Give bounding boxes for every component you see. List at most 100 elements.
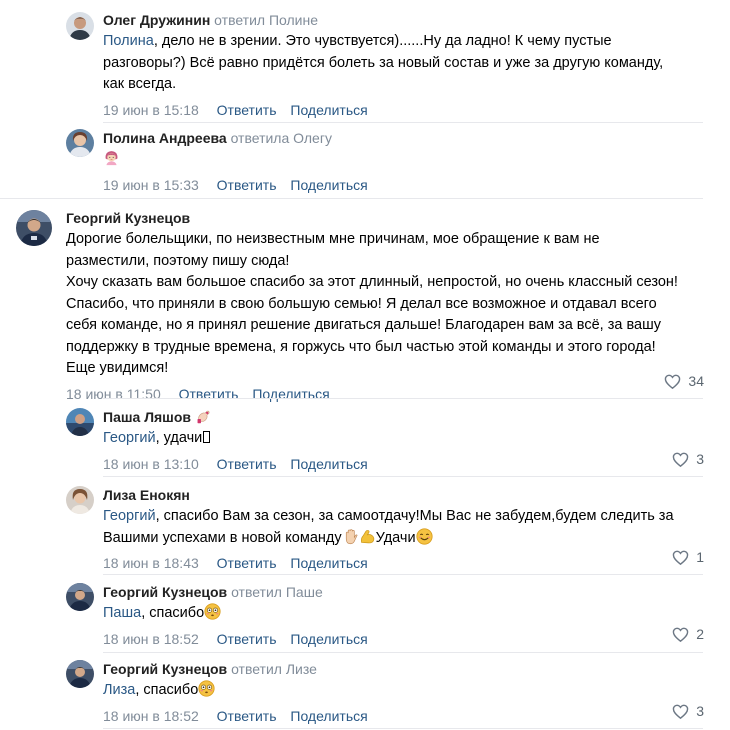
flushed-face-emoji (198, 680, 215, 697)
avatar[interactable] (66, 660, 94, 688)
avatar[interactable] (66, 129, 94, 157)
reply-button[interactable]: Ответить (217, 631, 277, 647)
comment-text: Полина, дело не в зрении. Это чувствуетс… (103, 31, 663, 96)
comment-header: Георгий Кузнецов (66, 208, 678, 228)
comment-text: Дорогие болельщики, по неизвестным мне п… (66, 229, 678, 380)
smiling-face-emoji (416, 528, 433, 545)
flexed-biceps-emoji (359, 528, 376, 545)
comment-header: Лиза Енокян (103, 485, 674, 505)
reply-button[interactable]: Ответить (217, 555, 277, 571)
like-button[interactable]: 3 (672, 701, 704, 721)
avatar[interactable] (66, 12, 94, 40)
like-count: 34 (688, 373, 704, 389)
text-line: , дело не в зрении. Это чувствуется)....… (153, 33, 612, 49)
author-name[interactable]: Лиза Енокян (103, 487, 190, 503)
comment-text: Георгий, удачи (103, 428, 368, 450)
reply-button[interactable]: Ответить (217, 708, 277, 724)
flushed-face-emoji (204, 603, 221, 620)
mention-link[interactable]: Паша (103, 605, 141, 621)
text-line: поддержку в трудные времена, я горжусь ч… (66, 338, 656, 355)
comment-date[interactable]: 18 июн в 11:50 (66, 386, 161, 402)
like-button[interactable]: 34 (664, 371, 704, 391)
reply-button[interactable]: Ответить (217, 102, 277, 118)
like-count: 3 (696, 451, 704, 467)
comment-date[interactable]: 18 июн в 18:52 (103, 631, 199, 647)
comment-text: Лиза, спасибо (103, 680, 368, 702)
share-button[interactable]: Поделиться (290, 177, 367, 193)
like-button[interactable]: 1 (672, 547, 704, 567)
author-name[interactable]: Паша Ляшов (103, 409, 191, 425)
comment-date[interactable]: 19 июн в 15:33 (103, 177, 199, 193)
divider (103, 398, 703, 399)
reply-target-link[interactable]: Паше (286, 584, 323, 600)
comment-meta: 18 июн в 11:50 Ответить Поделиться (66, 384, 678, 404)
comment-meta: 18 июн в 13:10 Ответить Поделиться (103, 454, 368, 474)
comment-text: Паша, спасибо (103, 603, 368, 625)
comment-date[interactable]: 18 июн в 18:43 (103, 555, 199, 571)
comment-date[interactable]: 18 июн в 18:52 (103, 708, 199, 724)
like-count: 3 (696, 703, 704, 719)
heart-icon (672, 549, 690, 565)
reply-button[interactable]: Ответить (179, 386, 239, 402)
mention-link[interactable]: Полина (103, 33, 154, 49)
reply-button[interactable]: Ответить (217, 456, 277, 472)
mention-link[interactable]: Георгий (103, 430, 156, 446)
woman-emoji (103, 149, 120, 166)
text-line: как всегда. (103, 76, 177, 92)
share-button[interactable]: Поделиться (290, 102, 367, 118)
reply-note: ответила (230, 130, 290, 146)
avatar[interactable] (66, 408, 94, 436)
author-name[interactable]: Георгий Кузнецов (66, 210, 190, 226)
avatar[interactable] (66, 486, 94, 514)
mention-link[interactable]: Лиза (103, 682, 135, 698)
comment-date[interactable]: 19 июн в 15:18 (103, 102, 199, 118)
share-button[interactable]: Поделиться (252, 386, 329, 402)
like-count: 2 (696, 626, 704, 642)
heart-icon (664, 373, 682, 389)
mention-link[interactable]: Георгий (103, 508, 156, 524)
comment-meta: 18 июн в 18:52 Ответить Поделиться (103, 629, 368, 649)
comment-text: Георгий, спасибо Вам за сезон, за самоот… (103, 506, 674, 549)
heart-icon (672, 451, 690, 467)
text-line: , спасибо (141, 605, 205, 621)
text-line: Дорогие болельщики, по неизвестным мне п… (66, 231, 600, 247)
share-button[interactable]: Поделиться (290, 631, 367, 647)
heart-icon (672, 703, 690, 719)
divider (0, 198, 703, 199)
text-line: Еще увидимся! (66, 360, 169, 376)
share-button[interactable]: Поделиться (290, 708, 367, 724)
share-button[interactable]: Поделиться (290, 555, 367, 571)
author-name[interactable]: Георгий Кузнецов (103, 584, 227, 600)
text-line: , спасибо (135, 682, 199, 698)
reply-note: ответил (231, 661, 282, 677)
nail-polish-emoji (195, 408, 212, 425)
author-name[interactable]: Олег Дружинин (103, 12, 210, 28)
like-button[interactable]: 3 (672, 449, 704, 469)
comment-header: Георгий Кузнецов ответил Лизе (103, 659, 368, 679)
reply-target-link[interactable]: Олегу (293, 130, 332, 146)
like-button[interactable]: 2 (672, 624, 704, 644)
divider (103, 652, 703, 653)
reply-target-link[interactable]: Полине (269, 12, 318, 28)
comment-date[interactable]: 18 июн в 13:10 (103, 456, 199, 472)
text-line: Спасибо, что приняли в свою большую семь… (66, 295, 657, 312)
text-line: Хочу сказать вам большое спасибо за этот… (66, 274, 678, 290)
avatar[interactable] (16, 210, 52, 246)
text-line: разговоры?) Всё равно придётся болеть за… (103, 54, 664, 71)
divider (103, 476, 703, 477)
comment-header: Паша Ляшов (103, 407, 368, 427)
text-line: себя команде, но я принял решение двигат… (66, 317, 661, 333)
author-name[interactable]: Георгий Кузнецов (103, 661, 227, 677)
text-line: , спасибо Вам за сезон, за самоотдачу!Мы… (155, 508, 674, 524)
author-name[interactable]: Полина Андреева (103, 130, 227, 146)
comment-header: Георгий Кузнецов ответил Паше (103, 582, 368, 602)
comment-meta: 19 июн в 15:18 Ответить Поделиться (103, 100, 663, 120)
reply-button[interactable]: Ответить (217, 177, 277, 193)
text-line: , удачи (155, 430, 203, 446)
reply-target-link[interactable]: Лизе (286, 661, 317, 677)
share-button[interactable]: Поделиться (290, 456, 367, 472)
text-line: разместили, поэтому пишу сюда! (66, 252, 290, 269)
text-line: Вашими успехами в новой команду (103, 529, 342, 546)
comment-meta: 18 июн в 18:43 Ответить Поделиться (103, 553, 674, 573)
avatar[interactable] (66, 583, 94, 611)
